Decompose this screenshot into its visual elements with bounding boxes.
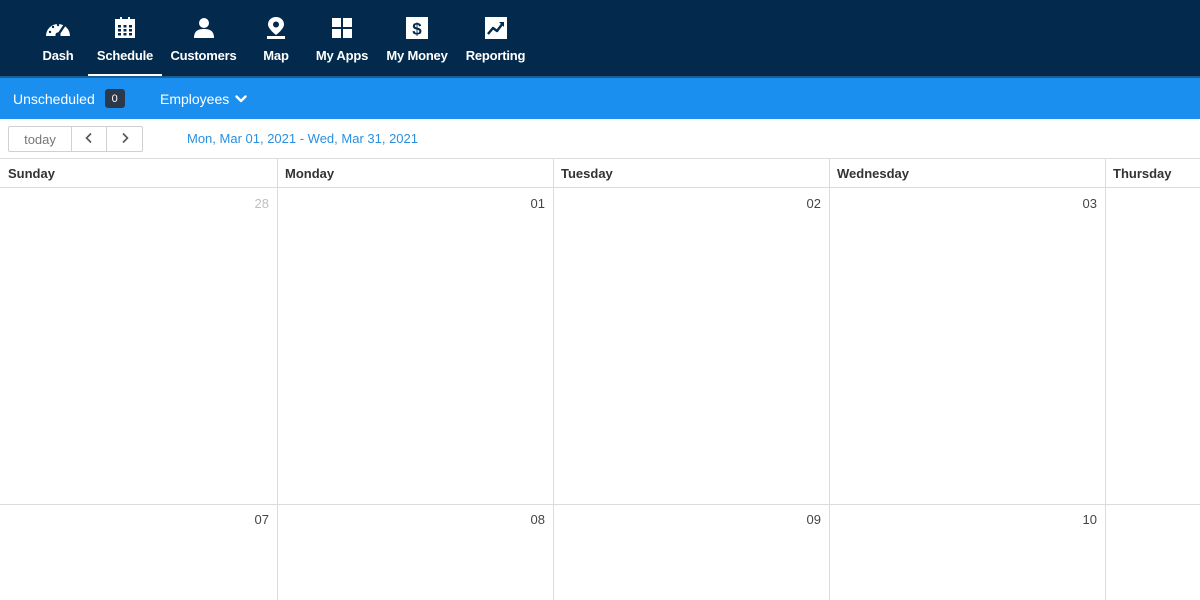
- week-divider: [0, 504, 1200, 505]
- month-calendar: Sunday Monday Tuesday Wednesday Thursday…: [0, 158, 1200, 600]
- chevron-right-icon: [120, 132, 130, 147]
- day-cell-number[interactable]: 09: [781, 512, 821, 527]
- day-header-monday: Monday: [277, 159, 553, 188]
- unscheduled-count-badge: 0: [104, 89, 125, 108]
- nav-label: Schedule: [96, 48, 154, 63]
- unscheduled-toggle[interactable]: Unscheduled 0: [13, 78, 125, 119]
- column-divider: [829, 159, 830, 600]
- next-button[interactable]: [106, 126, 143, 152]
- map-pin-icon: [262, 15, 290, 41]
- day-header-tuesday: Tuesday: [553, 159, 829, 188]
- date-range-label: Mon, Mar 01, 2021 - Wed, Mar 31, 2021: [187, 131, 418, 146]
- nav-label: Dash: [42, 48, 74, 63]
- prev-button[interactable]: [71, 126, 107, 152]
- chevron-down-icon: [235, 94, 247, 104]
- day-cell-number[interactable]: 08: [505, 512, 545, 527]
- column-divider: [277, 159, 278, 600]
- nav-dash[interactable]: Dash: [38, 0, 78, 77]
- dollar-icon: $: [403, 15, 431, 41]
- day-header-thursday: Thursday: [1105, 159, 1200, 188]
- sub-nav: Unscheduled 0 Employees: [0, 78, 1200, 119]
- day-header-wednesday: Wednesday: [829, 159, 1105, 188]
- nav-my-money[interactable]: $ My Money: [385, 0, 449, 77]
- nav-label: My Money: [386, 48, 448, 63]
- day-cell-number[interactable]: 02: [781, 196, 821, 211]
- calendar-icon: [111, 15, 139, 41]
- top-nav: Dash Schedule Customers Map My Apps $ My…: [0, 0, 1200, 77]
- employees-label: Employees: [160, 90, 230, 107]
- column-divider: [553, 159, 554, 600]
- today-button[interactable]: today: [8, 126, 72, 152]
- nav-schedule[interactable]: Schedule: [88, 0, 162, 77]
- nav-customers[interactable]: Customers: [170, 0, 237, 77]
- grid-icon: [328, 15, 356, 41]
- day-cell-number[interactable]: 10: [1057, 512, 1097, 527]
- day-cell-number[interactable]: 01: [505, 196, 545, 211]
- day-cell-number[interactable]: 28: [229, 196, 269, 211]
- nav-map[interactable]: Map: [259, 0, 293, 77]
- chevron-left-icon: [84, 132, 94, 147]
- day-header-sunday: Sunday: [0, 159, 277, 188]
- nav-label: Reporting: [465, 48, 526, 63]
- svg-text:$: $: [412, 20, 422, 39]
- trend-icon: [482, 15, 510, 41]
- column-divider: [1105, 159, 1106, 600]
- nav-label: Map: [263, 48, 289, 63]
- employees-dropdown[interactable]: Employees: [160, 78, 247, 119]
- speedometer-icon: [44, 15, 72, 41]
- day-cell-number[interactable]: 03: [1057, 196, 1097, 211]
- nav-label: My Apps: [315, 48, 369, 63]
- nav-reporting[interactable]: Reporting: [465, 0, 526, 77]
- nav-my-apps[interactable]: My Apps: [314, 0, 370, 77]
- unscheduled-label: Unscheduled: [13, 90, 95, 107]
- day-cell-number[interactable]: 07: [229, 512, 269, 527]
- nav-label: Customers: [170, 48, 237, 63]
- person-icon: [190, 15, 218, 41]
- calendar-toolbar: today Mon, Mar 01, 2021 - Wed, Mar 31, 2…: [0, 119, 1200, 158]
